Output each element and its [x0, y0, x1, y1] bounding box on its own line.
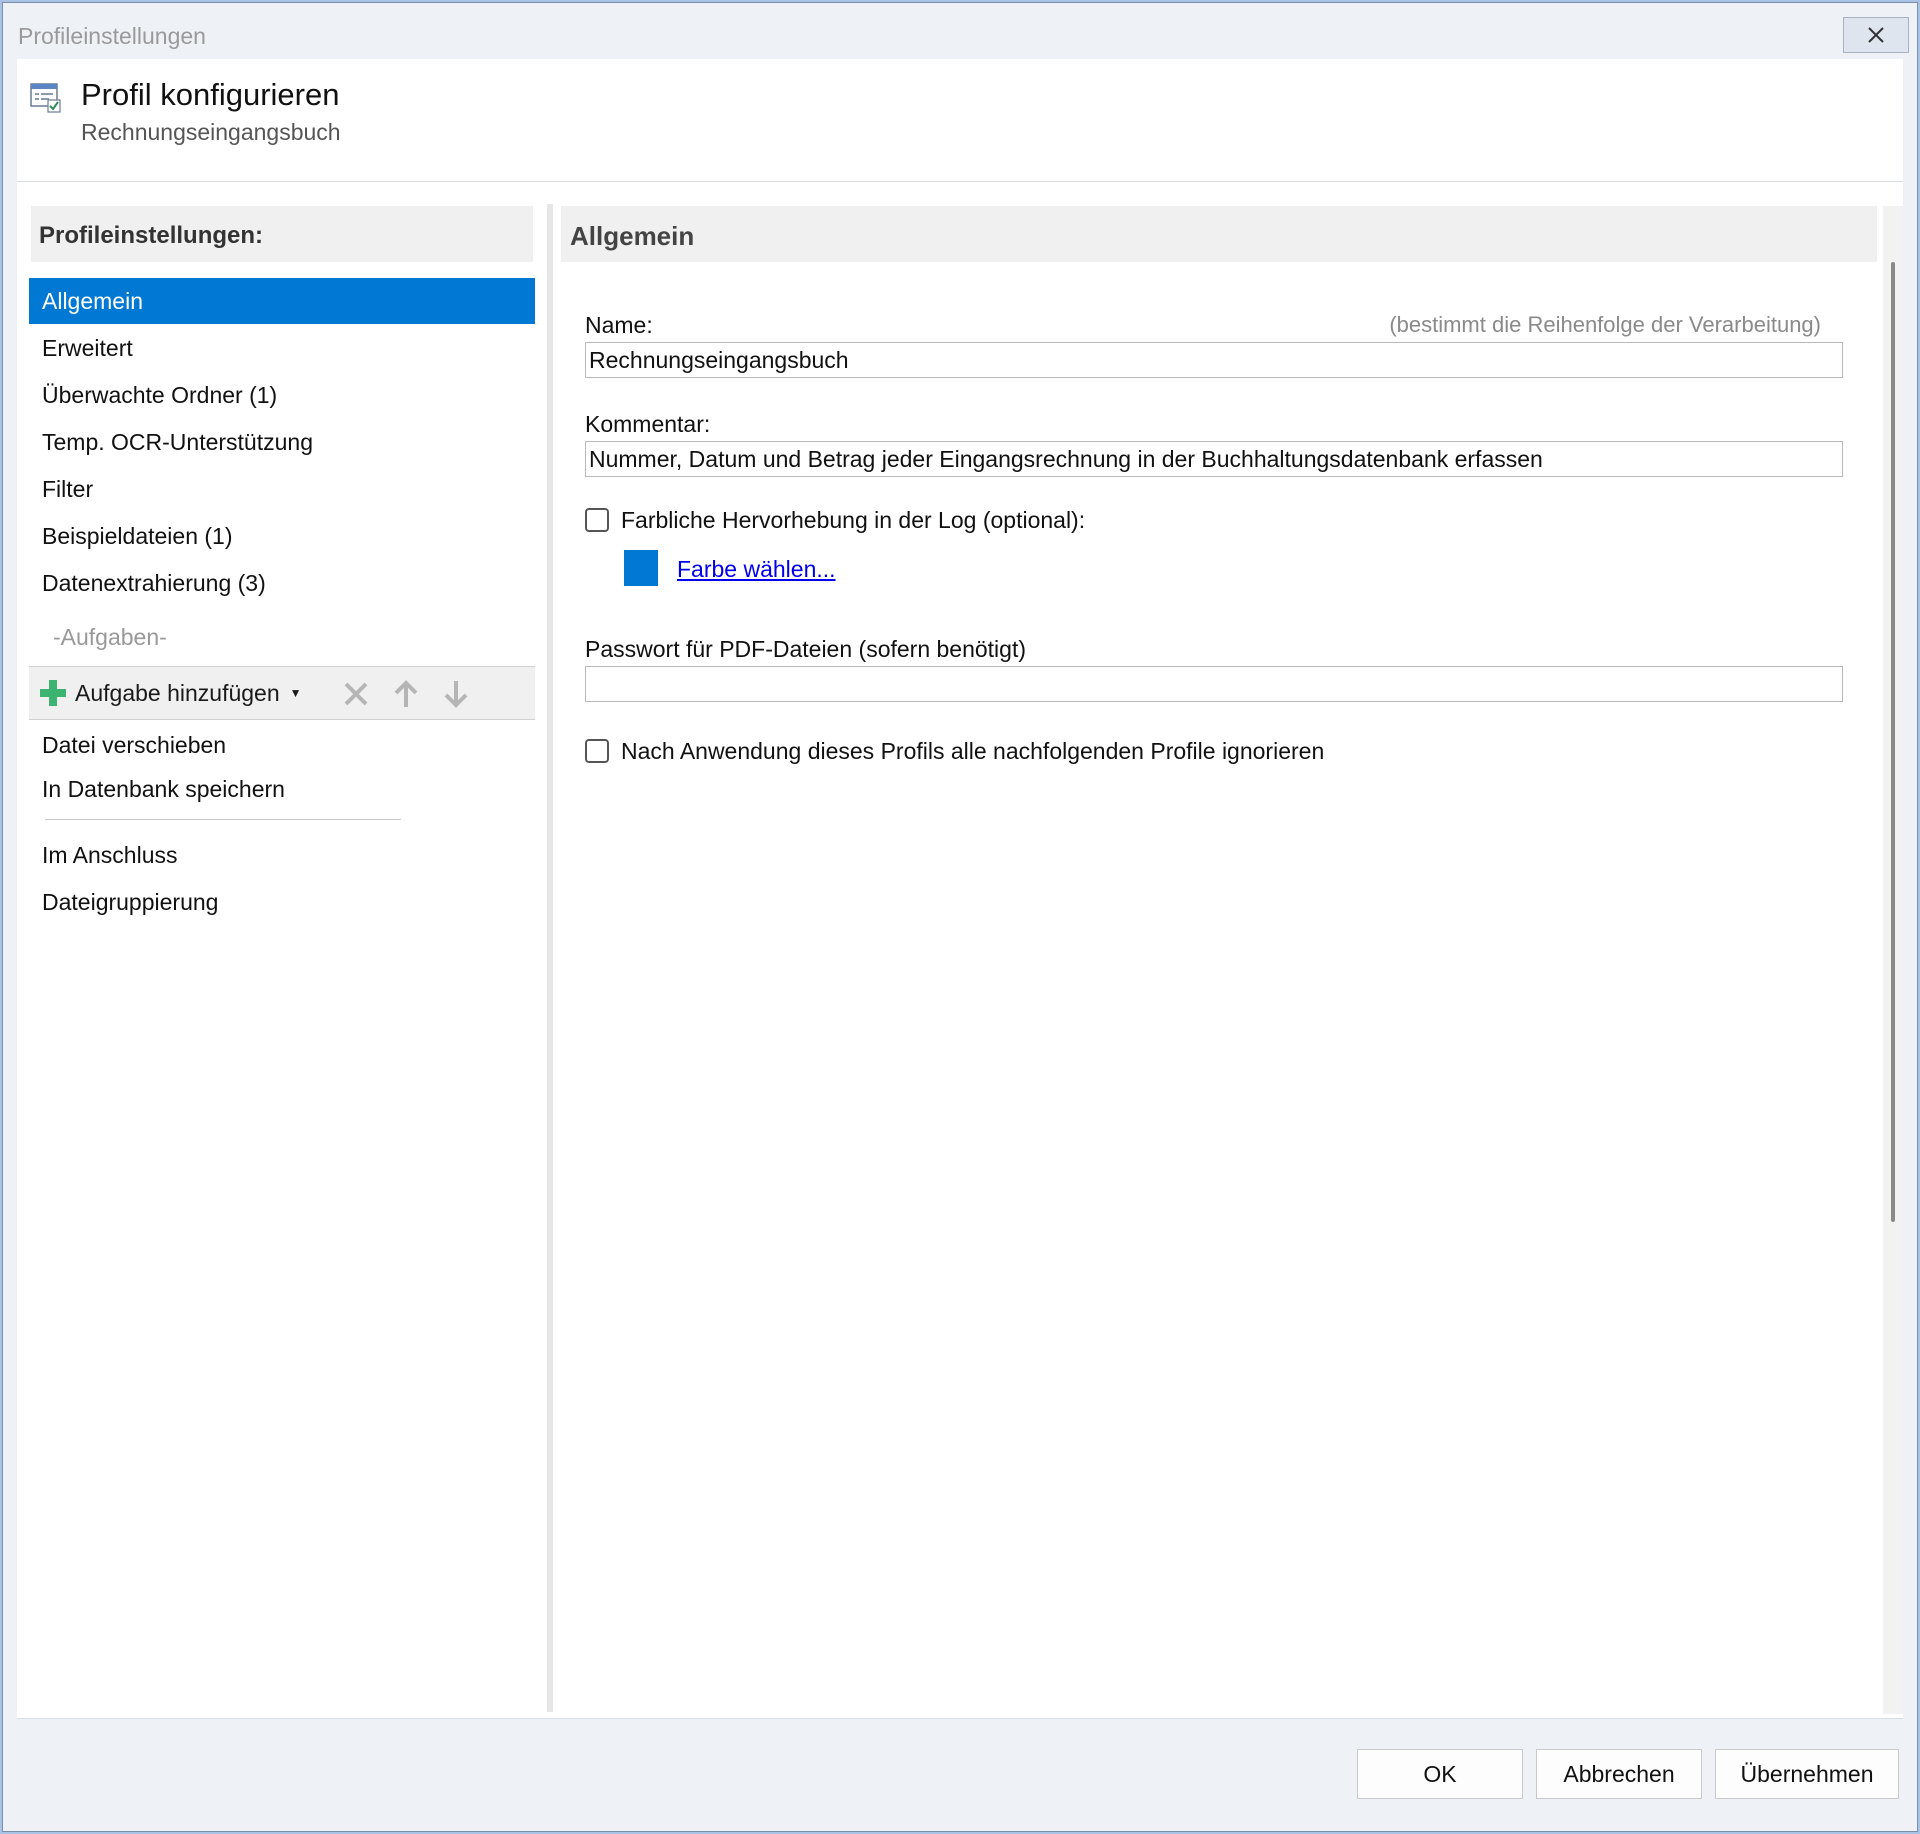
profile-settings-dialog: Profileinstellungen Profil konfigurieren…	[2, 2, 1918, 1832]
highlight-label: Farbliche Hervorhebung in der Log (optio…	[621, 507, 1086, 533]
add-task-label: Aufgabe hinzufügen	[75, 679, 280, 706]
profile-settings-icon	[30, 83, 61, 113]
password-label: Passwort für PDF-Dateien (sofern benötig…	[585, 636, 1027, 662]
tasks-section-label: -Aufgaben-	[53, 624, 167, 650]
scrollbar-thumb[interactable]	[1891, 262, 1895, 1222]
dialog-footer: OK Abbrechen Übernehmen	[17, 1719, 1903, 1819]
delete-task-icon[interactable]	[341, 679, 371, 709]
dropdown-caret-icon: ▼	[289, 686, 302, 700]
name-field[interactable]: Rechnungseingangsbuch	[585, 342, 1843, 378]
nav-item-dateigruppierung[interactable]: Dateigruppierung	[29, 879, 535, 925]
highlight-checkbox[interactable]	[585, 508, 609, 532]
dialog-body: Profileinstellungen: Allgemein Erweitert…	[17, 181, 1903, 1719]
nav-item-allgemein[interactable]: Allgemein	[29, 278, 535, 324]
comment-label: Kommentar:	[585, 411, 711, 437]
password-field[interactable]	[585, 666, 1843, 702]
dialog-header: Profil konfigurieren Rechnungseingangsbu…	[17, 59, 1903, 181]
choose-color-link[interactable]: Farbe wählen...	[677, 556, 836, 583]
apply-button[interactable]: Übernehmen	[1715, 1749, 1899, 1799]
dialog-subtitle: Rechnungseingangsbuch	[81, 119, 341, 145]
task-item-datei-verschieben[interactable]: Datei verschieben	[29, 722, 535, 768]
nav-item-beispieldateien[interactable]: Beispieldateien (1)	[29, 513, 535, 559]
ok-button[interactable]: OK	[1357, 1749, 1523, 1799]
move-up-icon[interactable]	[391, 679, 421, 709]
nav-item-filter[interactable]: Filter	[29, 466, 535, 512]
move-down-icon[interactable]	[441, 679, 471, 709]
section-header: Allgemein	[561, 206, 1877, 262]
add-task-button[interactable]: Aufgabe hinzufügen ▼	[39, 679, 302, 707]
ignore-following-label: Nach Anwendung dieses Profils alle nachf…	[621, 738, 1325, 764]
dialog-title: Profil konfigurieren	[81, 77, 340, 112]
nav-header: Profileinstellungen:	[31, 206, 533, 262]
vertical-scrollbar[interactable]	[1883, 206, 1903, 1714]
close-button[interactable]	[1843, 17, 1909, 53]
name-label: Name:	[585, 312, 653, 338]
cancel-button[interactable]: Abbrechen	[1536, 1749, 1702, 1799]
nav-item-ueberwachte-ordner[interactable]: Überwachte Ordner (1)	[29, 372, 535, 418]
settings-content-pane: Allgemein Name: (bestimmt die Reihenfolg…	[553, 182, 1903, 1718]
nav-item-temp-ocr[interactable]: Temp. OCR-Unterstützung	[29, 419, 535, 465]
comment-field[interactable]: Nummer, Datum und Betrag jeder Eingangsr…	[585, 441, 1843, 477]
tasks-toolbar: Aufgabe hinzufügen ▼	[29, 666, 535, 720]
nav-item-erweitert[interactable]: Erweitert	[29, 325, 535, 371]
close-icon	[1868, 27, 1884, 43]
ignore-following-checkbox[interactable]	[585, 739, 609, 763]
window-title: Profileinstellungen	[18, 23, 206, 49]
name-hint: (bestimmt die Reihenfolge der Verarbeitu…	[1389, 312, 1821, 337]
nav-item-datenextrahierung[interactable]: Datenextrahierung (3)	[29, 560, 535, 606]
title-bar: Profileinstellungen	[3, 3, 1917, 59]
task-divider	[45, 819, 401, 820]
nav-item-im-anschluss[interactable]: Im Anschluss	[29, 832, 535, 878]
color-swatch	[624, 550, 658, 586]
task-item-in-datenbank-speichern[interactable]: In Datenbank speichern	[29, 766, 535, 812]
plus-icon	[40, 680, 66, 706]
settings-nav-pane: Profileinstellungen: Allgemein Erweitert…	[17, 182, 553, 1718]
